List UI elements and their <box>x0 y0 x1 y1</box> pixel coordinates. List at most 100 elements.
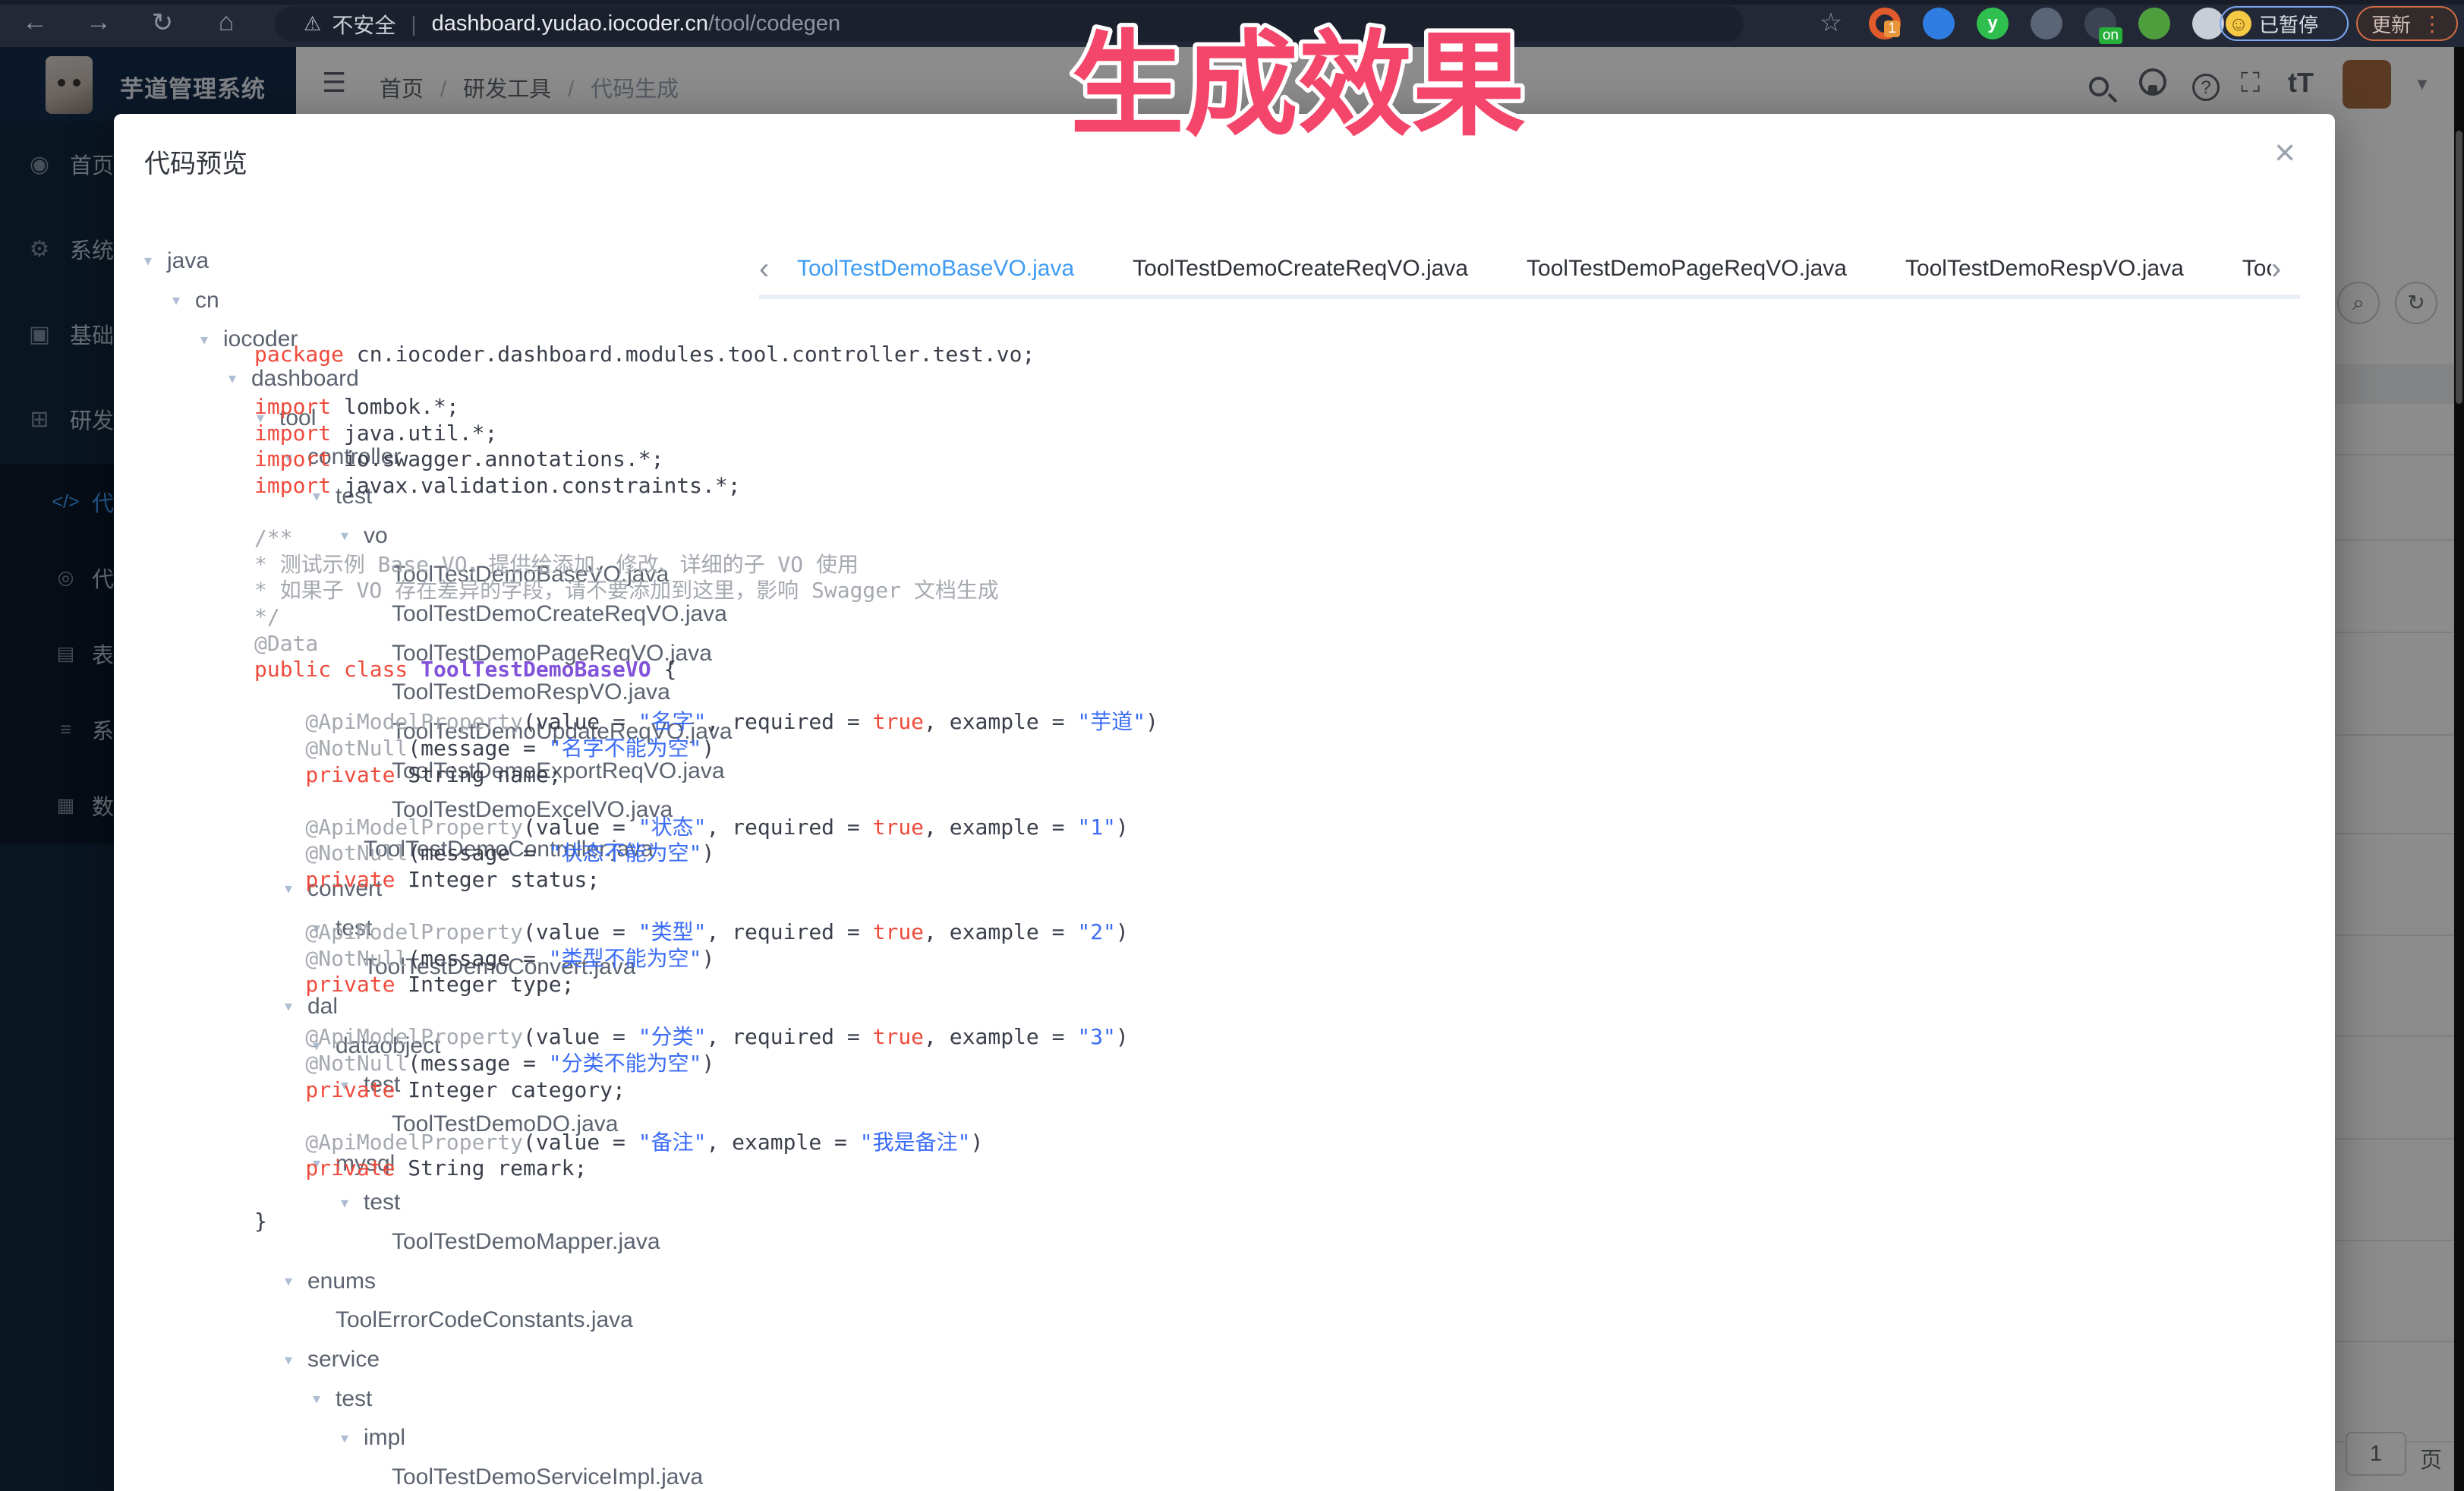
caret-down-icon[interactable]: ▾ <box>313 1389 336 1408</box>
tree-folder[interactable]: ▾cn <box>144 281 759 320</box>
code-line: import javax.validation.constraints.*; <box>254 473 1158 500</box>
code-line: /** <box>254 525 1158 552</box>
code-line <box>254 683 1158 710</box>
security-label[interactable]: 不安全 <box>332 9 395 39</box>
code-line: private String name; <box>254 762 1158 789</box>
divider: | <box>411 12 416 36</box>
tabs-strip: ToolTestDemoBaseVO.java ToolTestDemoCreat… <box>797 243 2271 295</box>
caret-down-icon[interactable]: ▾ <box>172 291 195 310</box>
reload-icon[interactable]: ↻ <box>146 8 179 38</box>
code-line: private String remark; <box>254 1155 1158 1182</box>
not-secure-warning-icon: ⚠ <box>304 12 321 36</box>
tree-node-label: impl <box>364 1425 405 1451</box>
code-tab[interactable]: ToolTestDemoPageReqVO.java <box>1527 243 1847 295</box>
profile-emoji-icon: ☺ <box>2226 11 2251 36</box>
paused-label: 已暂停 <box>2259 10 2318 38</box>
switch-ext-icon[interactable]: on <box>2084 8 2116 39</box>
code-line: public class ToolTestDemoBaseVO { <box>254 657 1158 683</box>
code-line: import java.util.*; <box>254 421 1158 447</box>
ubuntu-ext-icon-badge: 1 <box>1884 20 1900 37</box>
profile-paused-badge[interactable]: ☺ 已暂停 <box>2220 6 2349 41</box>
url-path: /tool/codegen <box>708 11 840 36</box>
code-line <box>254 1182 1158 1209</box>
code-line: */ <box>254 604 1158 631</box>
annotation-text: 生成效果 <box>1070 21 1526 149</box>
code-line <box>254 1103 1158 1130</box>
code-line: @NotNull(message = "类型不能为空") <box>254 946 1158 972</box>
caret-down-icon[interactable]: ▾ <box>341 1429 364 1448</box>
translate-ext-icon[interactable] <box>2031 8 2062 39</box>
bookmark-star-icon[interactable]: ☆ <box>1814 8 1848 38</box>
caret-down-icon[interactable]: ▾ <box>285 1351 307 1370</box>
code-tab[interactable]: ToolTestDemoBaseVO.java <box>797 243 1074 295</box>
tree-folder[interactable]: ▾service <box>144 1340 759 1379</box>
code-line: private Integer category; <box>254 1077 1158 1104</box>
screen: { "annotation": { "text": "生成效果", "color… <box>0 0 2464 1491</box>
tree-node-label: service <box>307 1347 380 1373</box>
forward-icon[interactable]: → <box>82 8 115 37</box>
tree-folder[interactable]: ▾enums <box>144 1262 759 1301</box>
code-line: @ApiModelProperty(value = "备注", example … <box>254 1130 1158 1156</box>
code-line: package cn.iocoder.dashboard.modules.too… <box>254 342 1158 368</box>
code-line: @ApiModelProperty(value = "状态", required… <box>254 815 1158 841</box>
page-scrollbar[interactable] <box>2454 47 2464 1491</box>
pin-ext-icon[interactable] <box>1923 8 1955 39</box>
code-line: * 如果子 VO 存在差异的字段，请不要添加到这里，影响 Swagger 文档生… <box>254 578 1158 604</box>
code-viewer: package cn.iocoder.dashboard.modules.too… <box>254 342 1158 1234</box>
tabs-scroll-left-icon[interactable]: ‹ <box>759 252 780 286</box>
chrome-update-button[interactable]: 更新 ⋮ <box>2356 6 2458 41</box>
caret-down-icon[interactable]: ▾ <box>228 369 251 388</box>
ubuntu-ext-icon[interactable]: 1 <box>1869 8 1901 39</box>
code-line: private Integer status; <box>254 867 1158 894</box>
code-line: @ApiModelProperty(value = "分类", required… <box>254 1024 1158 1051</box>
browser-menu-icon[interactable]: ⋮ <box>2421 11 2443 36</box>
code-line: @Data <box>254 631 1158 657</box>
back-icon[interactable]: ← <box>18 8 52 37</box>
dialog-title: 代码预览 <box>144 143 247 180</box>
yuque-ext-icon-letter: y <box>1977 8 2009 39</box>
tree-file[interactable]: ToolTestDemoServiceImpl.java <box>144 1458 759 1491</box>
annotation-overlay: 生成效果 <box>1040 11 1556 155</box>
tree-folder[interactable]: ▾impl <box>144 1419 759 1458</box>
code-line <box>254 368 1158 395</box>
tree-node-label: test <box>336 1386 372 1412</box>
file-tabs: ‹ ToolTestDemoBaseVO.java ToolTestDemoCre… <box>759 243 2300 299</box>
tree-node-label: cn <box>195 288 219 314</box>
yuque-ext-icon[interactable]: y <box>1977 8 2009 39</box>
tree-node-label: enums <box>307 1269 376 1294</box>
code-line <box>254 893 1158 919</box>
update-label: 更新 <box>2371 10 2411 38</box>
tree-folder[interactable]: ▾java <box>144 241 759 281</box>
code-line: import io.swagger.annotations.*; <box>254 446 1158 473</box>
code-line: @NotNull(message = "名字不能为空") <box>254 736 1158 762</box>
code-tab[interactable]: ToolTestDemoRespVO.java <box>1905 243 2184 295</box>
tree-file[interactable]: ToolErrorCodeConstants.java <box>144 1301 759 1341</box>
code-line: @NotNull(message = "分类不能为空") <box>254 1051 1158 1077</box>
code-line: * 测试示例 Base VO，提供给添加、修改、详细的子 VO 使用 <box>254 552 1158 578</box>
caret-down-icon[interactable]: ▾ <box>285 1272 307 1291</box>
tree-node-label: ToolErrorCodeConstants.java <box>336 1307 633 1333</box>
code-line: private Integer type; <box>254 972 1158 998</box>
caret-down-icon[interactable]: ▾ <box>144 251 167 270</box>
code-preview-dialog: 代码预览 × ▾java▾cn▾iocoder▾dashboard▾tool▾c… <box>114 114 2335 1491</box>
code-line <box>254 500 1158 526</box>
code-tab[interactable]: ToolTe <box>2242 243 2271 295</box>
leaf-ext-icon[interactable] <box>2138 8 2170 39</box>
home-icon[interactable]: ⌂ <box>210 8 243 37</box>
scrollbar-thumb[interactable] <box>2456 131 2462 404</box>
code-line: } <box>254 1209 1158 1235</box>
tabs-scroll-right-icon[interactable]: › <box>2271 252 2292 286</box>
switch-ext-icon-badge: on <box>2099 27 2122 44</box>
code-tab[interactable]: ToolTestDemoCreateReqVO.java <box>1133 243 1468 295</box>
code-line: @ApiModelProperty(value = "名字", required… <box>254 709 1158 736</box>
code-line: @NotNull(message = "状态不能为空") <box>254 840 1158 867</box>
tree-folder[interactable]: ▾test <box>144 1379 759 1419</box>
code-line: import lombok.*; <box>254 394 1158 421</box>
close-icon[interactable]: × <box>2274 135 2295 172</box>
caret-down-icon[interactable]: ▾ <box>200 330 223 349</box>
code-line: @ApiModelProperty(value = "类型", required… <box>254 919 1158 946</box>
url-host: dashboard.yudao.iocoder.cn <box>432 11 708 36</box>
code-line <box>254 788 1158 815</box>
tree-node-label: java <box>167 248 209 274</box>
tree-node-label: ToolTestDemoServiceImpl.java <box>392 1464 703 1490</box>
